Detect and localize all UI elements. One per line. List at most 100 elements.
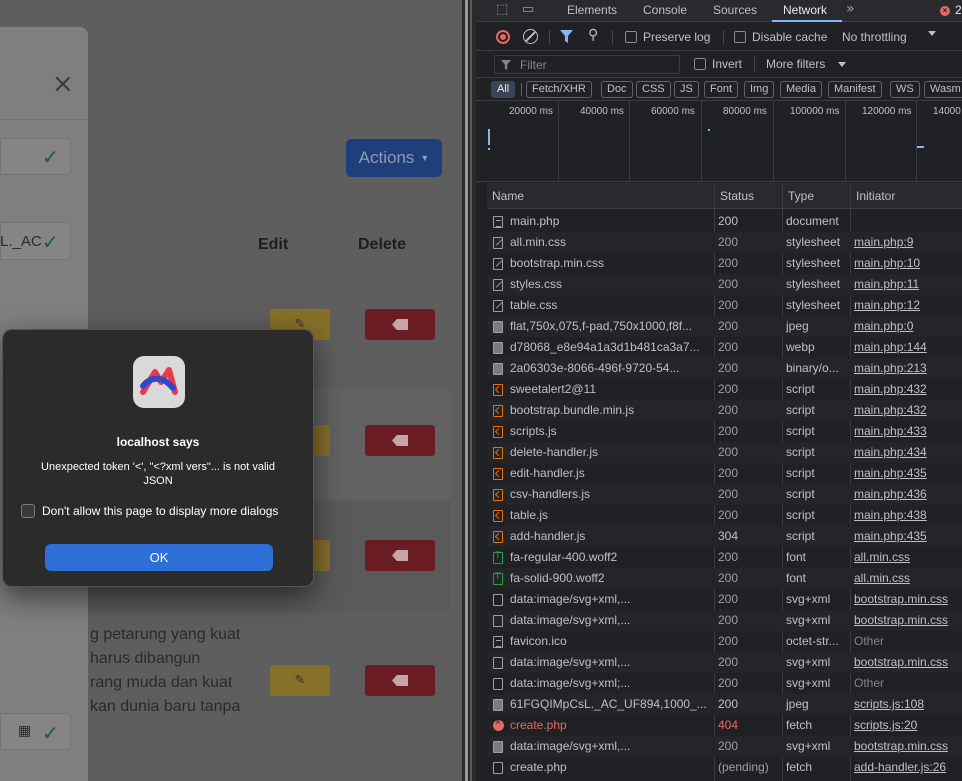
clear-icon[interactable]	[523, 29, 538, 44]
suppress-dialogs-checkbox[interactable]: Don't allow this page to display more di…	[21, 504, 278, 518]
table-row[interactable]: data:image/svg+xml,... 200 svg+xml bootstra…	[487, 736, 962, 757]
table-row[interactable]: data:image/svg+xml,... 200 svg+xml bootstra…	[487, 652, 962, 673]
device-toolbar-icon[interactable]: ▭	[522, 2, 534, 17]
tab-network[interactable]: Network	[783, 3, 827, 17]
table-row[interactable]: add-handler.js 304 script main.php:435	[487, 526, 962, 547]
table-row[interactable]: styles.css 200 stylesheet main.php:11	[487, 274, 962, 295]
request-initiator[interactable]: scripts.js:20	[854, 715, 962, 736]
table-row[interactable]: favicon.ico 200 octet-str... Other	[487, 631, 962, 652]
request-initiator[interactable]: bootstrap.min.css	[854, 589, 962, 610]
inspect-element-icon[interactable]: ⬚	[496, 2, 508, 17]
preserve-log-checkbox[interactable]	[625, 31, 637, 43]
more-filters-caret-icon[interactable]	[838, 62, 846, 67]
type-filter-media[interactable]: Media	[780, 81, 822, 98]
table-row[interactable]: create.php 404 fetch scripts.js:20	[487, 715, 962, 736]
table-row[interactable]: flat,750x,075,f-pad,750x1000,f8f... 200 jp…	[487, 316, 962, 337]
request-initiator[interactable]: main.php:12	[854, 295, 962, 316]
table-row[interactable]: fa-solid-900.woff2 200 font all.min.css	[487, 568, 962, 589]
table-row[interactable]: create.php (pending) fetch add-handler.js:2…	[487, 757, 962, 778]
request-initiator[interactable]: main.php:0	[854, 316, 962, 337]
disable-cache-checkbox[interactable]	[734, 31, 746, 43]
request-initiator[interactable]: main.php:432	[854, 400, 962, 421]
filter-icon[interactable]	[560, 30, 573, 43]
request-initiator[interactable]: scripts.js:108	[854, 694, 962, 715]
column-header-status[interactable]: Status	[714, 183, 782, 209]
actions-dropdown-button[interactable]: Actions ▼	[346, 139, 442, 177]
table-row[interactable]: bootstrap.bundle.min.js 200 script main.php…	[487, 400, 962, 421]
invert-checkbox[interactable]	[694, 58, 706, 70]
table-row[interactable]: main.php 200 document	[487, 211, 962, 232]
request-initiator[interactable]: main.php:438	[854, 505, 962, 526]
error-count[interactable]: 2	[955, 3, 962, 17]
request-initiator[interactable]: all.min.css	[854, 568, 962, 589]
delete-button[interactable]	[365, 665, 435, 696]
checkbox-box[interactable]	[21, 504, 35, 518]
more-tabs-chevron-icon[interactable]: »	[846, 1, 855, 17]
type-filter-font[interactable]: Font	[704, 81, 739, 98]
column-header-initiator[interactable]: Initiator	[850, 183, 962, 209]
table-row[interactable]: all.min.css 200 stylesheet main.php:9	[487, 232, 962, 253]
table-row[interactable]: sweetalert2@11 200 script main.php:432	[487, 379, 962, 400]
request-initiator[interactable]: main.php:435	[854, 463, 962, 484]
request-initiator[interactable]: main.php:9	[854, 232, 962, 253]
table-row[interactable]: 2a06303e-8066-496f-9720-54... 200 binary/o…	[487, 358, 962, 379]
error-count-icon[interactable]: ×	[940, 6, 950, 16]
request-initiator[interactable]: main.php:434	[854, 442, 962, 463]
column-header-name[interactable]: Name	[487, 183, 714, 209]
request-initiator[interactable]: main.php:10	[854, 253, 962, 274]
ok-button[interactable]: OK	[45, 544, 273, 571]
type-filter-img[interactable]: Img	[744, 81, 775, 98]
table-row[interactable]: table.css 200 stylesheet main.php:12	[487, 295, 962, 316]
modal-close-icon[interactable]: ×	[52, 71, 74, 97]
delete-button[interactable]	[365, 425, 435, 456]
table-row[interactable]: delete-handler.js 200 script main.php:434	[487, 442, 962, 463]
record-stop-icon[interactable]	[496, 30, 510, 44]
request-initiator[interactable]: main.php:432	[854, 379, 962, 400]
filter-input[interactable]: Filter	[494, 55, 680, 74]
throttling-caret-icon[interactable]	[928, 31, 936, 36]
table-row[interactable]: edit-handler.js 200 script main.php:435	[487, 463, 962, 484]
type-filter-manifest[interactable]: Manifest	[828, 81, 882, 98]
table-row[interactable]: table.js 200 script main.php:438	[487, 505, 962, 526]
request-initiator[interactable]: bootstrap.min.css	[854, 652, 962, 673]
type-filter-doc[interactable]: Doc	[601, 81, 633, 98]
table-row[interactable]: d78068_e8e94a1a3d1b481ca3a7... 200 webp mai…	[487, 337, 962, 358]
calendar-icon[interactable]: ▦	[18, 723, 31, 739]
type-filter-ws[interactable]: WS	[890, 81, 920, 98]
type-filter-wasm[interactable]: Wasm	[924, 81, 962, 98]
tab-sources[interactable]: Sources	[713, 3, 757, 17]
request-initiator[interactable]: main.php:213	[854, 358, 962, 379]
request-initiator[interactable]: bootstrap.min.css	[854, 610, 962, 631]
table-row[interactable]: 61FGQIMpCsL._AC_UF894,1000_... 200 jpeg scr…	[487, 694, 962, 715]
network-overview-timeline[interactable]: 20000 ms 40000 ms 60000 ms 80000 ms 1000…	[476, 100, 962, 182]
table-row[interactable]: data:image/svg+xml,... 200 svg+xml bootstra…	[487, 610, 962, 631]
request-initiator[interactable]: main.php:436	[854, 484, 962, 505]
request-initiator[interactable]: all.min.css	[854, 547, 962, 568]
date-field[interactable]	[0, 713, 71, 750]
column-header-type[interactable]: Type	[782, 183, 850, 209]
request-initiator[interactable]: bootstrap.min.css	[854, 736, 962, 757]
table-row[interactable]: fa-regular-400.woff2 200 font all.min.css	[487, 547, 962, 568]
request-initiator[interactable]: main.php:435	[854, 526, 962, 547]
delete-button[interactable]	[365, 540, 435, 571]
table-row[interactable]: data:image/svg+xml,... 200 svg+xml bootstra…	[487, 589, 962, 610]
request-initiator[interactable]: main.php:144	[854, 337, 962, 358]
table-row[interactable]: csv-handlers.js 200 script main.php:436	[487, 484, 962, 505]
tab-elements[interactable]: Elements	[567, 3, 617, 17]
request-initiator[interactable]: main.php:433	[854, 421, 962, 442]
type-filter-js[interactable]: JS	[674, 81, 699, 98]
request-initiator[interactable]: main.php:11	[854, 274, 962, 295]
table-row[interactable]: bootstrap.min.css 200 stylesheet main.php:1…	[487, 253, 962, 274]
type-filter-all[interactable]: All	[491, 81, 516, 98]
delete-button[interactable]	[365, 309, 435, 340]
form-field-1[interactable]	[0, 138, 71, 175]
more-filters-button[interactable]: More filters	[766, 57, 825, 71]
table-row[interactable]: scripts.js 200 script main.php:433	[487, 421, 962, 442]
devtools-splitter[interactable]	[462, 0, 476, 781]
table-row[interactable]: data:image/svg+xml;... 200 svg+xml Other	[487, 673, 962, 694]
type-filter-fetch-xhr[interactable]: Fetch/XHR	[526, 81, 592, 98]
request-initiator[interactable]: add-handler.js:26	[854, 757, 962, 778]
type-filter-css[interactable]: CSS	[636, 81, 671, 98]
tab-console[interactable]: Console	[643, 3, 687, 17]
search-icon[interactable]: ⚲	[588, 27, 598, 43]
